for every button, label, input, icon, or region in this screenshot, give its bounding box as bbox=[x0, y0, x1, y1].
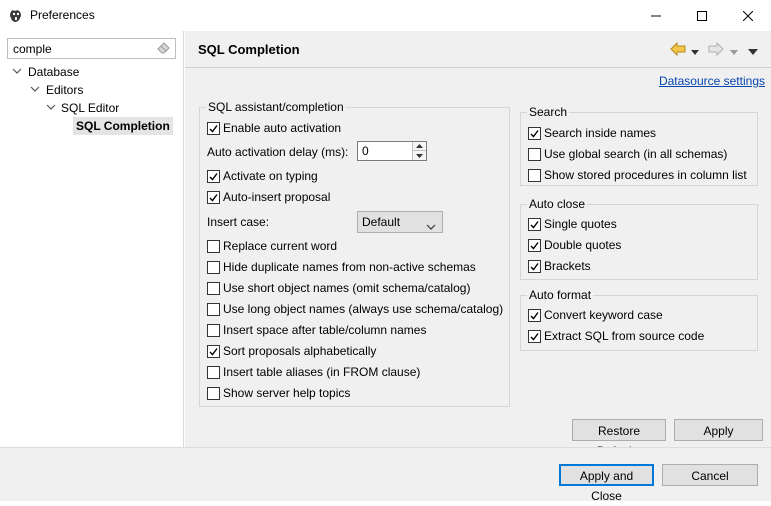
chevron-down-icon[interactable] bbox=[30, 81, 40, 99]
checkbox-label: Use global search (in all schemas) bbox=[544, 147, 728, 161]
title-bar: Preferences bbox=[0, 0, 771, 31]
group-title: Auto close bbox=[527, 197, 588, 211]
view-menu-icon[interactable] bbox=[748, 45, 758, 59]
insert-case-value: Default bbox=[362, 215, 401, 229]
auto-close-group: Auto close Single quotes Double quotes B… bbox=[520, 197, 758, 280]
checkbox-label: Auto-insert proposal bbox=[223, 190, 331, 204]
page-header: SQL Completion bbox=[185, 31, 771, 68]
auto-activation-delay-spinner[interactable] bbox=[357, 141, 427, 161]
checkbox[interactable] bbox=[528, 239, 541, 252]
checkbox[interactable] bbox=[207, 324, 220, 337]
checkbox-label: Use long object names (always use schema… bbox=[223, 302, 504, 316]
spin-down-icon[interactable] bbox=[413, 151, 426, 160]
spinner-buttons bbox=[412, 142, 426, 160]
checkbox[interactable] bbox=[528, 169, 541, 182]
checkbox-label: Extract SQL from source code bbox=[544, 329, 705, 343]
tree-item-label: Database bbox=[28, 65, 80, 79]
checkbox-label: Hide duplicate names from non-active sch… bbox=[223, 260, 476, 274]
checkbox-label: Single quotes bbox=[544, 217, 617, 231]
checkbox-label: Replace current word bbox=[223, 239, 338, 253]
dbeaver-beaver-icon bbox=[8, 8, 24, 24]
auto-format-group: Auto format Convert keyword case Extract… bbox=[520, 288, 758, 351]
checkbox-label: Sort proposals alphabetically bbox=[223, 344, 377, 358]
tree-item-label: SQL Editor bbox=[61, 101, 120, 115]
restore-defaults-button[interactable]: Restore Defaults bbox=[572, 419, 666, 458]
group-title: Search bbox=[527, 105, 570, 119]
chevron-down-icon[interactable] bbox=[46, 99, 56, 117]
insert-case-label: Insert case: bbox=[207, 215, 270, 229]
checkbox[interactable] bbox=[207, 366, 220, 379]
checkbox-label: Insert table aliases (in FROM clause) bbox=[223, 365, 421, 379]
group-title: Auto format bbox=[527, 288, 594, 302]
close-icon bbox=[743, 10, 753, 21]
checkbox[interactable] bbox=[207, 240, 220, 253]
sql-assistant-group: SQL assistant/completion Enable auto act… bbox=[199, 100, 510, 407]
auto-activation-delay-input[interactable] bbox=[358, 142, 412, 160]
tree-item-label: SQL Completion bbox=[73, 117, 173, 135]
tree-item-label: Editors bbox=[46, 83, 84, 97]
checkbox-label: Convert keyword case bbox=[544, 308, 663, 322]
checkbox[interactable] bbox=[207, 122, 220, 135]
checkbox[interactable] bbox=[207, 261, 220, 274]
checkbox[interactable] bbox=[207, 191, 220, 204]
checkbox[interactable] bbox=[528, 260, 541, 273]
checkbox[interactable] bbox=[207, 282, 220, 295]
search-group: Search Search inside names Use global se… bbox=[520, 105, 758, 186]
auto-activation-delay-label: Auto activation delay (ms): bbox=[207, 145, 349, 159]
close-button[interactable] bbox=[725, 0, 771, 31]
filter-input[interactable] bbox=[8, 39, 153, 58]
apply-button[interactable]: Apply bbox=[674, 419, 763, 441]
checkbox[interactable] bbox=[528, 148, 541, 161]
maximize-icon bbox=[697, 10, 707, 21]
checkbox-label: Search inside names bbox=[544, 126, 657, 140]
apply-and-close-button[interactable]: Apply and Close bbox=[559, 464, 654, 503]
maximize-button[interactable] bbox=[679, 0, 725, 31]
back-arrow-icon[interactable] bbox=[670, 41, 686, 59]
checkbox[interactable] bbox=[207, 170, 220, 183]
checkbox-label: Show server help topics bbox=[223, 386, 351, 400]
forward-dropdown-icon[interactable] bbox=[730, 45, 738, 59]
checkbox[interactable] bbox=[528, 330, 541, 343]
insert-case-select[interactable]: Default bbox=[357, 211, 443, 233]
preference-page: SQL Completion Datasource settings SQL a… bbox=[185, 31, 771, 458]
checkbox-label: Activate on typing bbox=[223, 169, 318, 183]
dialog-footer: Apply and Close Cancel bbox=[0, 447, 771, 503]
checkbox-label: Brackets bbox=[544, 259, 591, 273]
checkbox-label: Show stored procedures in column list bbox=[544, 168, 747, 182]
checkbox[interactable] bbox=[207, 387, 220, 400]
datasource-settings-link[interactable]: Datasource settings bbox=[659, 74, 765, 88]
spin-up-icon[interactable] bbox=[413, 142, 426, 151]
page-title: SQL Completion bbox=[198, 42, 300, 57]
window-title: Preferences bbox=[30, 8, 95, 22]
group-title: SQL assistant/completion bbox=[206, 100, 346, 114]
checkbox-label: Insert space after table/column names bbox=[223, 323, 427, 337]
forward-arrow-icon[interactable] bbox=[708, 41, 724, 59]
checkbox[interactable] bbox=[528, 127, 541, 140]
cancel-button[interactable]: Cancel bbox=[662, 464, 758, 486]
checkbox[interactable] bbox=[528, 218, 541, 231]
minimize-button[interactable] bbox=[633, 0, 679, 31]
checkbox-label: Use short object names (omit schema/cata… bbox=[223, 281, 471, 295]
filter-box bbox=[7, 38, 176, 59]
checkbox[interactable] bbox=[207, 345, 220, 358]
chevron-down-icon bbox=[426, 219, 436, 233]
checkbox[interactable] bbox=[528, 309, 541, 322]
checkbox-label: Double quotes bbox=[544, 238, 622, 252]
checkbox[interactable] bbox=[207, 303, 220, 316]
checkbox-label: Enable auto activation bbox=[223, 121, 342, 135]
back-dropdown-icon[interactable] bbox=[691, 45, 699, 59]
minimize-icon bbox=[651, 15, 661, 16]
eraser-icon[interactable] bbox=[157, 42, 171, 55]
preferences-tree-pane: Database Editors SQL Editor SQL Completi… bbox=[0, 31, 184, 447]
chevron-down-icon[interactable] bbox=[12, 63, 22, 81]
